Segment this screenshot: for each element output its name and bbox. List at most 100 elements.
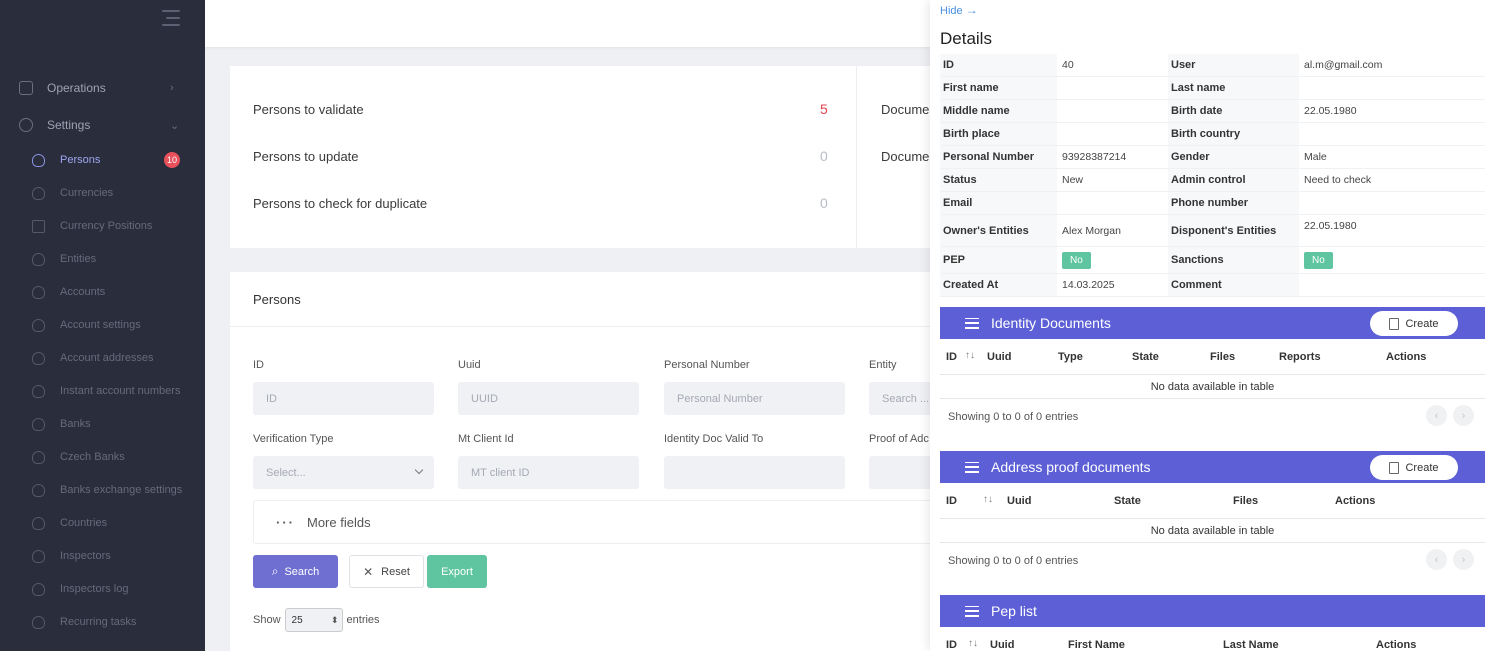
identity-doc-valid-to-input[interactable] [664, 456, 845, 489]
column-header[interactable]: Type [1058, 351, 1083, 363]
column-header[interactable]: Actions [1386, 351, 1426, 363]
column-header[interactable]: Files [1210, 351, 1235, 363]
sidebar-item-currencies[interactable]: Currencies [0, 185, 205, 201]
sort-icon[interactable]: ↑↓ [983, 494, 993, 505]
detail-label: Birth date [1168, 100, 1299, 122]
address-icon [32, 351, 45, 365]
sidebar-item-czech-banks[interactable]: Czech Banks [0, 449, 205, 465]
detail-row: Status New Admin control Need to check [940, 169, 1485, 192]
mt-client-id-input[interactable]: MT client ID [458, 456, 639, 489]
bank-icon [32, 417, 45, 431]
chevron-left-icon[interactable]: ‹ [1426, 549, 1447, 570]
detail-value: 22.05.1980 [1304, 220, 1357, 232]
menu-icon[interactable] [965, 605, 979, 617]
inspector-icon [32, 549, 45, 563]
detail-label: Last name [1168, 77, 1299, 99]
table-header: ID ↑↓ Uuid State Files Actions [940, 483, 1485, 519]
stats-card: Persons to validate 5 Persons to update … [230, 66, 950, 248]
sidebar-item-inspectors[interactable]: Inspectors [0, 548, 205, 564]
chevron-left-icon[interactable]: ‹ [1426, 405, 1447, 426]
sidebar-item-operations[interactable]: Operations › [0, 73, 205, 103]
sidebar-item-account-addresses[interactable]: Account addresses [0, 350, 205, 366]
reset-button[interactable]: ✕ Reset [349, 555, 424, 588]
chevron-right-icon[interactable]: › [1453, 405, 1474, 426]
column-header[interactable]: Reports [1279, 351, 1321, 363]
more-fields-label: More fields [307, 514, 371, 530]
export-button[interactable]: Export [427, 555, 487, 588]
sidebar-item-inspectors-log[interactable]: Inspectors log [0, 581, 205, 597]
number-icon [32, 384, 45, 398]
create-identity-document-button[interactable]: Create [1370, 311, 1458, 336]
sidebar-item-instant-account-numbers[interactable]: Instant account numbers [0, 376, 205, 406]
sidebar-item-label: Operations [47, 81, 106, 95]
column-header[interactable]: Uuid [1007, 495, 1031, 507]
sidebar-item-label: Banks [60, 418, 91, 430]
column-header[interactable]: ID [946, 495, 957, 507]
table-header: ID ↑↓ Uuid First Name Last Name Actions [940, 627, 1485, 651]
document-icon [1389, 317, 1400, 330]
detail-label: Owner's Entities [940, 215, 1057, 246]
sidebar-item-accounts[interactable]: Accounts [0, 284, 205, 300]
sidebar-item-persons[interactable]: Persons 10 [0, 152, 205, 168]
personal-number-input[interactable]: Personal Number [664, 382, 845, 415]
create-address-document-button[interactable]: Create [1370, 455, 1458, 480]
entity-icon [32, 252, 45, 266]
search-button[interactable]: ⌕ Search [253, 555, 338, 588]
sidebar-item-banks-exchange-settings[interactable]: Banks exchange settings [0, 475, 205, 505]
column-header[interactable]: ID [946, 639, 957, 651]
menu-icon[interactable] [965, 461, 979, 473]
verification-type-select[interactable]: Select... [253, 456, 434, 489]
sidebar-item-settings[interactable]: Settings ⌄ [0, 110, 205, 140]
detail-row: Birth place Birth country [940, 123, 1485, 146]
detail-value: Male [1304, 151, 1327, 163]
more-fields-toggle[interactable]: ··· More fields [253, 500, 943, 544]
column-header[interactable]: ID [946, 351, 957, 363]
menu-icon[interactable] [965, 317, 979, 329]
stat-value: 5 [820, 101, 828, 117]
column-header[interactable]: Uuid [987, 351, 1011, 363]
more-dots-icon: ··· [276, 514, 295, 530]
currency-icon [32, 186, 45, 200]
doc-stat-label: Docume [881, 149, 930, 164]
detail-row: Personal Number 93928387214 Gender Male [940, 146, 1485, 169]
task-icon [32, 615, 45, 629]
sidebar-item-entities[interactable]: Entities [0, 251, 205, 267]
column-header[interactable]: Actions [1376, 639, 1416, 651]
sidebar-item-label: Countries [60, 517, 108, 529]
sidebar-item-label: Currencies [60, 187, 114, 199]
detail-label: Middle name [940, 100, 1057, 122]
details-title: Details [940, 29, 992, 48]
column-header[interactable]: Files [1233, 495, 1258, 507]
column-header[interactable]: Uuid [990, 639, 1014, 651]
id-input[interactable]: ID [253, 382, 434, 415]
sort-icon[interactable]: ↑↓ [968, 638, 978, 649]
chevron-down-icon [414, 465, 424, 475]
sidebar-item-banks[interactable]: Banks [0, 416, 205, 432]
column-header[interactable]: First Name [1068, 639, 1125, 651]
persons-card: Persons ID ID Uuid UUID Personal Number … [230, 272, 950, 651]
sidebar: Operations › Settings ⌄ Persons 10 Curre… [0, 0, 205, 651]
sidebar-item-recurring-tasks[interactable]: Recurring tasks [0, 614, 205, 630]
column-header[interactable]: State [1114, 495, 1141, 507]
column-header[interactable]: Actions [1335, 495, 1375, 507]
column-header[interactable]: State [1132, 351, 1159, 363]
sort-icon[interactable]: ↑↓ [965, 350, 975, 361]
entries-label: entries [346, 614, 380, 626]
page-size-select[interactable]: 25 [284, 608, 343, 632]
uuid-input[interactable]: UUID [458, 382, 639, 415]
detail-value: Need to check [1304, 174, 1372, 186]
sidebar-item-label: Currency Positions [60, 220, 153, 232]
detail-row: ID 40 User al.m@gmail.com [940, 54, 1485, 77]
chevron-right-icon[interactable]: › [1453, 549, 1474, 570]
divider [856, 66, 857, 248]
sidebar-item-account-settings[interactable]: Account settings [0, 317, 205, 333]
table-header: ID ↑↓ Uuid Type State Files Reports Acti… [940, 339, 1485, 375]
sidebar-item-currency-positions[interactable]: Currency Positions [0, 218, 205, 234]
menu-toggle-icon[interactable] [162, 10, 180, 26]
showing-entries: Showing 0 to 0 of 0 entries [948, 411, 1079, 423]
hide-link[interactable]: Hide → [940, 3, 978, 17]
sidebar-item-countries[interactable]: Countries [0, 515, 205, 531]
settings-icon [32, 318, 45, 332]
detail-label: Personal Number [940, 146, 1057, 168]
column-header[interactable]: Last Name [1223, 639, 1279, 651]
